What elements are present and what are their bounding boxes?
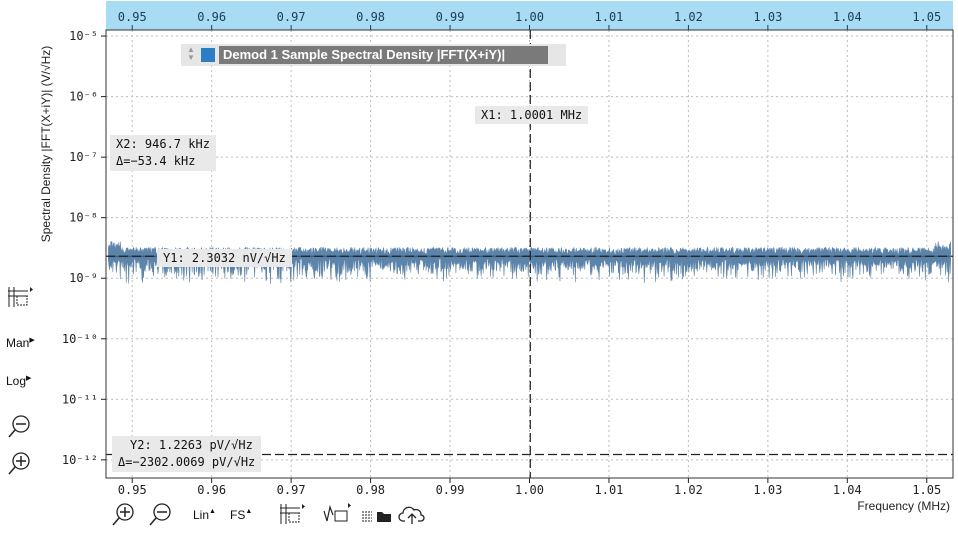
save-data-icon[interactable] (360, 508, 392, 524)
top-axis-tick-label: 0.97 (277, 10, 306, 24)
y-tick-label: 10⁻¹² (62, 453, 98, 467)
y-tick-label: 10⁻¹¹ (62, 392, 98, 406)
y-scale-button[interactable]: Log▶ (6, 374, 31, 388)
x-tick-label: 0.97 (277, 483, 306, 497)
x-tick-label: 1.03 (753, 483, 782, 497)
x-range-caret-icon: ▲ (245, 508, 253, 515)
x-tick-label: 1.04 (833, 483, 862, 497)
y-axis-title: Spectral Density |FFT(X+iY)| (V/√Hz) (39, 46, 53, 243)
legend-label: Demod 1 Sample Spectral Density |FFT(X+i… (219, 46, 548, 64)
x-scale-caret-icon: ▲ (209, 508, 216, 515)
range-mode-button[interactable]: Man▶ (6, 336, 35, 350)
cursor-y2-delta: Δ=−2302.0069 pV/√Hz (118, 455, 256, 469)
top-axis-tick-label: 0.98 (356, 10, 385, 24)
legend-swatch (201, 48, 215, 62)
bottom-grid-icon[interactable] (278, 502, 306, 528)
zoom-in-icon[interactable] (6, 451, 32, 477)
y-tick-label: 10⁻¹⁰ (62, 332, 98, 346)
top-axis-tick-label: 0.96 (197, 10, 226, 24)
top-axis-tick-label: 1.01 (595, 10, 624, 24)
y-tick-label: 10⁻⁶ (69, 90, 98, 104)
zoom-out-icon[interactable] (6, 414, 32, 440)
x-scale-button[interactable]: Lin▲ (193, 508, 216, 522)
cursor-y2-label[interactable]: Y2: 1.2263 pV/√Hz Δ=−2302.0069 pV/√Hz (112, 436, 262, 472)
x-tick-label: 1.01 (595, 483, 624, 497)
grid-toggle-icon[interactable] (6, 285, 34, 309)
top-axis-tick-label: 0.99 (436, 10, 465, 24)
x-tick-label: 0.96 (197, 483, 226, 497)
y-tick-label: 10⁻⁵ (69, 29, 98, 43)
x-axis-title: Frequency (MHz) (857, 499, 950, 513)
range-mode-caret-icon: ▶ (29, 337, 35, 344)
cursor-x2-value: X2: 946.7 kHz (116, 137, 210, 151)
legend-sort-icon[interactable]: ▲ ▼ (187, 46, 195, 62)
x-range-button[interactable]: FS▲ (230, 508, 252, 522)
top-axis-tick-label: 1.04 (833, 10, 862, 24)
legend[interactable]: ▲ ▼ Demod 1 Sample Spectral Density |FFT(… (181, 44, 566, 66)
x-tick-label: 1.05 (912, 483, 941, 497)
y-tick-label: 10⁻⁸ (69, 211, 98, 225)
top-axis-tick-label: 1.05 (912, 10, 941, 24)
cursor-x2-label[interactable]: X2: 946.7 kHz Δ=−53.4 kHz (110, 135, 216, 171)
x-tick-label: 0.98 (356, 483, 385, 497)
cursor-y2-value: Y2: 1.2263 pV/√Hz (130, 438, 253, 452)
x-tick-label: 0.99 (436, 483, 465, 497)
math-tools-icon[interactable] (322, 502, 352, 526)
top-axis-tick-label: 1.00 (515, 10, 544, 24)
cursor-y1-label[interactable]: Y1: 2.3032 nV/√Hz (157, 249, 292, 267)
bottom-zoom-out-icon[interactable] (147, 502, 173, 528)
top-axis-tick-label: 0.95 (118, 10, 147, 24)
y-tick-label: 10⁻⁷ (69, 150, 98, 164)
cloud-upload-icon[interactable] (398, 504, 426, 526)
y-scale-caret-icon: ▶ (26, 375, 32, 382)
x-tick-label: 1.00 (515, 483, 544, 497)
bottom-zoom-in-icon[interactable] (110, 502, 136, 528)
y-tick-label: 10⁻⁹ (69, 271, 98, 285)
top-axis-tick-label: 1.02 (674, 10, 703, 24)
top-axis-tick-label: 1.03 (753, 10, 782, 24)
cursor-x2-delta: Δ=−53.4 kHz (116, 154, 196, 168)
cursor-x1-label[interactable]: X1: 1.0001 MHz (475, 106, 589, 124)
x-tick-label: 0.95 (118, 483, 147, 497)
x-tick-label: 1.02 (674, 483, 703, 497)
